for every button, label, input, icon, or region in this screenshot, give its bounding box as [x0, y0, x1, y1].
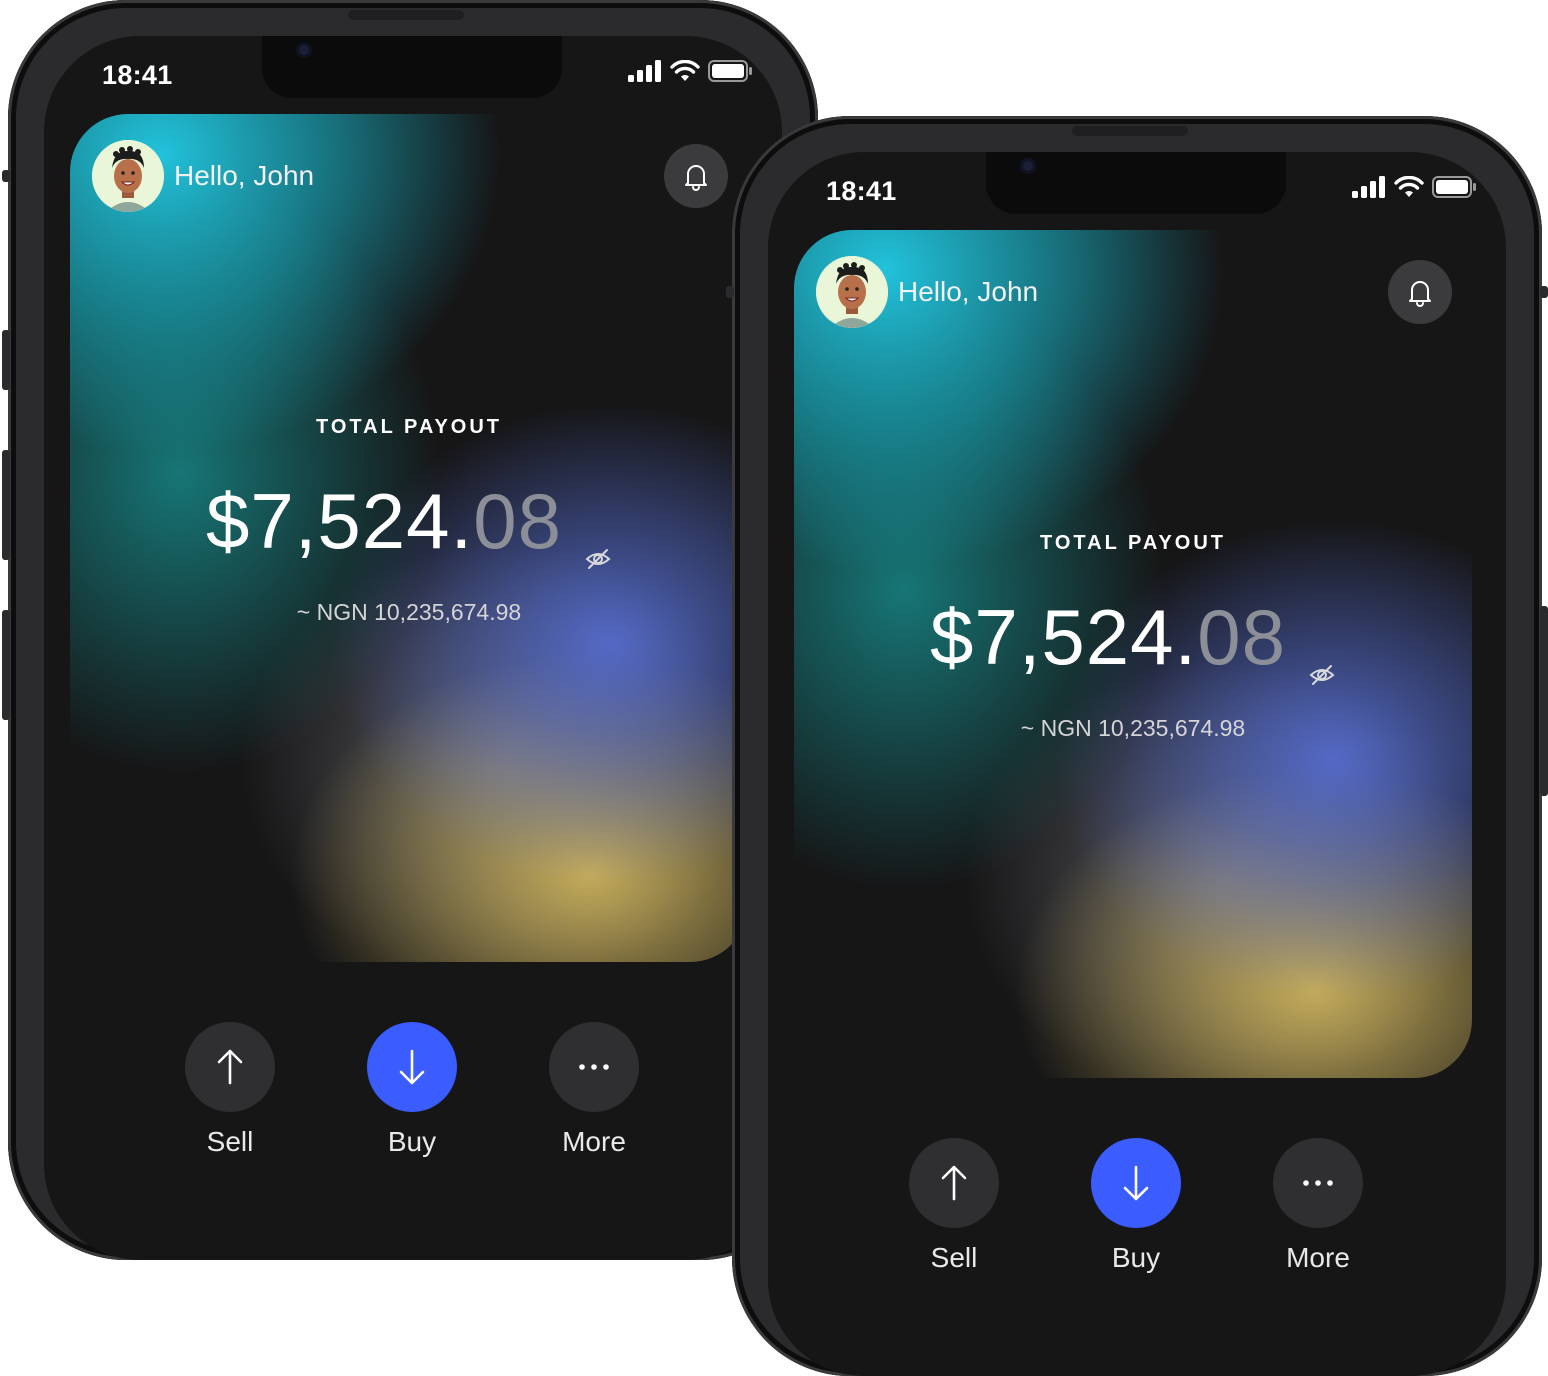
camera-icon — [296, 42, 312, 58]
arrow-up-icon — [217, 1049, 243, 1085]
buy-label: Buy — [387, 1126, 437, 1157]
battery-icon — [708, 60, 752, 82]
more-button[interactable] — [549, 1022, 639, 1112]
payout-amount: $7,524.08 — [794, 592, 1472, 686]
ngn-equivalent: ~ NGN 10,235,674.98 — [296, 599, 522, 625]
sell-action[interactable]: Sell — [894, 1138, 1014, 1274]
notifications-button[interactable] — [1388, 260, 1452, 324]
camera-icon — [1020, 158, 1036, 174]
more-button[interactable] — [1273, 1138, 1363, 1228]
avatar[interactable] — [92, 140, 164, 212]
quick-actions: Sell Buy More — [894, 1138, 1378, 1298]
side-button — [1540, 286, 1548, 298]
balance-card: Hello, John TOTAL PAYOUT $7,524.08 ~ NGN… — [794, 230, 1472, 1078]
battery-icon — [1432, 176, 1476, 198]
hide-balance-icon[interactable] — [1308, 617, 1336, 686]
status-icons — [1352, 176, 1476, 198]
side-button — [726, 286, 734, 298]
side-button — [2, 450, 10, 560]
payout-amount: $7,524.08 — [70, 476, 748, 570]
bell-icon — [685, 165, 707, 191]
side-button — [2, 330, 10, 390]
more-dots-icon — [1303, 1180, 1333, 1186]
amount-cents: 08 — [1197, 593, 1286, 681]
more-action[interactable]: More — [534, 1022, 654, 1158]
amount-cents: 08 — [473, 477, 562, 565]
buy-action[interactable]: Buy — [352, 1022, 472, 1158]
sell-button[interactable] — [909, 1138, 999, 1228]
sell-label: Sell — [930, 1242, 978, 1273]
bell-icon — [1409, 281, 1431, 307]
phone-mockup-left: 18:41 Hello, John TOTAL PAYOUT $7,524.08… — [2, 0, 818, 1260]
signal-icon — [628, 60, 661, 82]
phone-mockup-right: 18:41 Hello, John TOTAL PAYOUT $7,524.08… — [726, 116, 1548, 1376]
total-payout-label: TOTAL PAYOUT — [1039, 532, 1227, 554]
status-time: 18:41 — [102, 60, 173, 90]
side-button — [2, 610, 10, 720]
speaker-grille — [1072, 126, 1188, 136]
status-time: 18:41 — [826, 176, 897, 206]
arrow-down-icon — [1123, 1165, 1149, 1201]
greeting-text: Hello, John — [898, 276, 1039, 307]
avatar[interactable] — [816, 256, 888, 328]
sell-button[interactable] — [185, 1022, 275, 1112]
more-dots-icon — [579, 1064, 609, 1070]
greeting-text: Hello, John — [174, 160, 315, 191]
wifi-icon — [1394, 176, 1424, 197]
phone-screen: 18:41 Hello, John TOTAL PAYOUT $7,524.08… — [768, 152, 1506, 1376]
more-label: More — [562, 1126, 626, 1157]
arrow-down-icon — [399, 1049, 425, 1085]
notifications-button[interactable] — [664, 144, 728, 208]
buy-action[interactable]: Buy — [1076, 1138, 1196, 1274]
phone-screen: 18:41 Hello, John TOTAL PAYOUT $7,524.08… — [44, 36, 782, 1260]
wifi-icon — [670, 60, 700, 81]
more-label: More — [1286, 1242, 1350, 1273]
sell-action[interactable]: Sell — [170, 1022, 290, 1158]
buy-label: Buy — [1111, 1242, 1161, 1273]
quick-actions: Sell Buy More — [170, 1022, 654, 1182]
ngn-equivalent: ~ NGN 10,235,674.98 — [1020, 715, 1246, 741]
notch — [262, 36, 562, 98]
arrow-up-icon — [941, 1165, 967, 1201]
speaker-grille — [348, 10, 464, 20]
side-button — [2, 170, 10, 182]
total-payout-label: TOTAL PAYOUT — [315, 416, 503, 438]
balance-card: Hello, John TOTAL PAYOUT $7,524.08 ~ NGN… — [70, 114, 748, 962]
sell-label: Sell — [206, 1126, 254, 1157]
side-button — [1540, 606, 1548, 796]
status-icons — [628, 60, 752, 82]
amount-main: $7,524. — [205, 477, 474, 565]
buy-button[interactable] — [367, 1022, 457, 1112]
buy-button[interactable] — [1091, 1138, 1181, 1228]
notch — [986, 152, 1286, 214]
amount-main: $7,524. — [929, 593, 1198, 681]
more-action[interactable]: More — [1258, 1138, 1378, 1274]
signal-icon — [1352, 176, 1385, 198]
hide-balance-icon[interactable] — [584, 501, 612, 570]
